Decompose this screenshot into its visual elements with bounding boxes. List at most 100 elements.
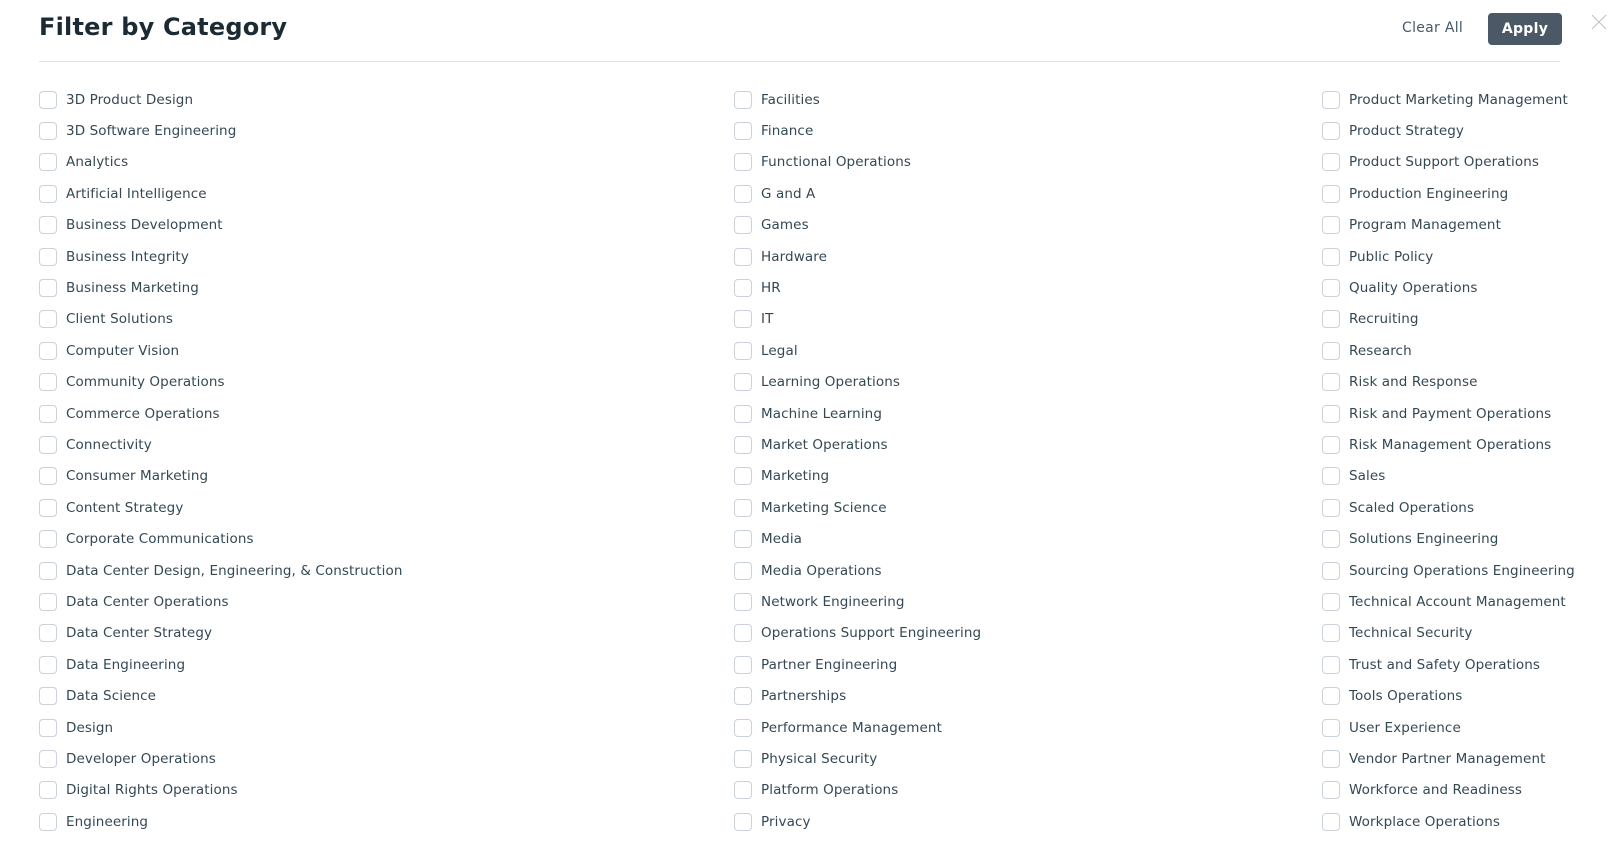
category-checkbox[interactable]: [734, 216, 752, 235]
category-option[interactable]: Solutions Engineering: [1322, 523, 1575, 554]
category-option[interactable]: Performance Management: [734, 712, 981, 743]
category-option[interactable]: Physical Security: [734, 743, 981, 774]
category-checkbox[interactable]: [734, 467, 752, 486]
category-checkbox[interactable]: [1322, 90, 1340, 109]
category-checkbox[interactable]: [1322, 122, 1340, 141]
category-option[interactable]: Tools Operations: [1322, 680, 1575, 711]
category-checkbox[interactable]: [39, 435, 57, 454]
category-checkbox[interactable]: [39, 749, 57, 768]
category-option[interactable]: Hardware: [734, 241, 981, 272]
category-checkbox[interactable]: [734, 247, 752, 266]
category-option[interactable]: User Experience: [1322, 712, 1575, 743]
category-option[interactable]: Computer Vision: [39, 335, 403, 366]
category-checkbox[interactable]: [39, 467, 57, 486]
category-option[interactable]: Facilities: [734, 84, 981, 115]
category-checkbox[interactable]: [734, 530, 752, 549]
category-option[interactable]: Operations Support Engineering: [734, 618, 981, 649]
category-option[interactable]: Partnerships: [734, 680, 981, 711]
category-option[interactable]: Media Operations: [734, 555, 981, 586]
category-option[interactable]: Product Marketing Management: [1322, 84, 1575, 115]
category-option[interactable]: Data Engineering: [39, 649, 403, 680]
category-checkbox[interactable]: [734, 373, 752, 392]
category-option[interactable]: Marketing: [734, 461, 981, 492]
category-option[interactable]: Developer Operations: [39, 743, 403, 774]
category-checkbox[interactable]: [1322, 655, 1340, 674]
category-option[interactable]: Corporate Communications: [39, 523, 403, 554]
category-option[interactable]: Sourcing Operations Engineering: [1322, 555, 1575, 586]
category-checkbox[interactable]: [39, 90, 57, 109]
category-checkbox[interactable]: [1322, 718, 1340, 737]
category-option[interactable]: Data Science: [39, 680, 403, 711]
category-checkbox[interactable]: [39, 561, 57, 580]
category-checkbox[interactable]: [734, 498, 752, 517]
category-checkbox[interactable]: [39, 530, 57, 549]
category-option[interactable]: Market Operations: [734, 429, 981, 460]
category-checkbox[interactable]: [39, 687, 57, 706]
category-checkbox[interactable]: [734, 122, 752, 141]
category-checkbox[interactable]: [1322, 530, 1340, 549]
category-checkbox[interactable]: [734, 341, 752, 360]
category-checkbox[interactable]: [734, 153, 752, 172]
category-checkbox[interactable]: [734, 624, 752, 643]
category-checkbox[interactable]: [1322, 592, 1340, 611]
category-checkbox[interactable]: [1322, 216, 1340, 235]
category-checkbox[interactable]: [39, 624, 57, 643]
category-checkbox[interactable]: [39, 122, 57, 141]
category-checkbox[interactable]: [1322, 498, 1340, 517]
category-checkbox[interactable]: [39, 310, 57, 329]
category-option[interactable]: Product Support Operations: [1322, 147, 1575, 178]
category-option[interactable]: Risk and Payment Operations: [1322, 398, 1575, 429]
category-checkbox[interactable]: [734, 592, 752, 611]
category-option[interactable]: Recruiting: [1322, 304, 1575, 335]
category-option[interactable]: Connectivity: [39, 429, 403, 460]
category-option[interactable]: Workplace Operations: [1322, 806, 1575, 837]
category-option[interactable]: Consumer Marketing: [39, 461, 403, 492]
category-checkbox[interactable]: [734, 687, 752, 706]
category-option[interactable]: Engineering: [39, 806, 403, 837]
category-checkbox[interactable]: [39, 498, 57, 517]
category-option[interactable]: Design: [39, 712, 403, 743]
category-checkbox[interactable]: [39, 812, 57, 831]
category-option[interactable]: IT: [734, 304, 981, 335]
category-option[interactable]: Content Strategy: [39, 492, 403, 523]
category-checkbox[interactable]: [734, 781, 752, 800]
category-option[interactable]: Public Policy: [1322, 241, 1575, 272]
category-checkbox[interactable]: [1322, 279, 1340, 298]
category-checkbox[interactable]: [1322, 310, 1340, 329]
category-option[interactable]: Network Engineering: [734, 586, 981, 617]
category-checkbox[interactable]: [1322, 749, 1340, 768]
category-checkbox[interactable]: [1322, 624, 1340, 643]
category-checkbox[interactable]: [39, 718, 57, 737]
category-option[interactable]: Legal: [734, 335, 981, 366]
category-checkbox[interactable]: [39, 247, 57, 266]
category-checkbox[interactable]: [1322, 687, 1340, 706]
category-option[interactable]: Client Solutions: [39, 304, 403, 335]
category-checkbox[interactable]: [39, 279, 57, 298]
category-option[interactable]: 3D Software Engineering: [39, 115, 403, 146]
category-option[interactable]: Business Integrity: [39, 241, 403, 272]
category-option[interactable]: Marketing Science: [734, 492, 981, 523]
category-option[interactable]: Machine Learning: [734, 398, 981, 429]
category-option[interactable]: Functional Operations: [734, 147, 981, 178]
category-option[interactable]: Games: [734, 210, 981, 241]
clear-all-button[interactable]: Clear All: [1402, 20, 1463, 36]
category-checkbox[interactable]: [734, 655, 752, 674]
category-checkbox[interactable]: [39, 592, 57, 611]
category-checkbox[interactable]: [734, 561, 752, 580]
category-option[interactable]: Community Operations: [39, 367, 403, 398]
category-checkbox[interactable]: [1322, 435, 1340, 454]
category-option[interactable]: G and A: [734, 178, 981, 209]
category-option[interactable]: Technical Security: [1322, 618, 1575, 649]
category-checkbox[interactable]: [1322, 373, 1340, 392]
category-checkbox[interactable]: [1322, 247, 1340, 266]
category-checkbox[interactable]: [39, 216, 57, 235]
category-checkbox[interactable]: [39, 655, 57, 674]
category-checkbox[interactable]: [734, 435, 752, 454]
category-checkbox[interactable]: [1322, 404, 1340, 423]
category-checkbox[interactable]: [1322, 467, 1340, 486]
category-checkbox[interactable]: [39, 341, 57, 360]
category-checkbox[interactable]: [734, 812, 752, 831]
category-option[interactable]: Product Strategy: [1322, 115, 1575, 146]
category-checkbox[interactable]: [734, 718, 752, 737]
category-option[interactable]: HR: [734, 272, 981, 303]
